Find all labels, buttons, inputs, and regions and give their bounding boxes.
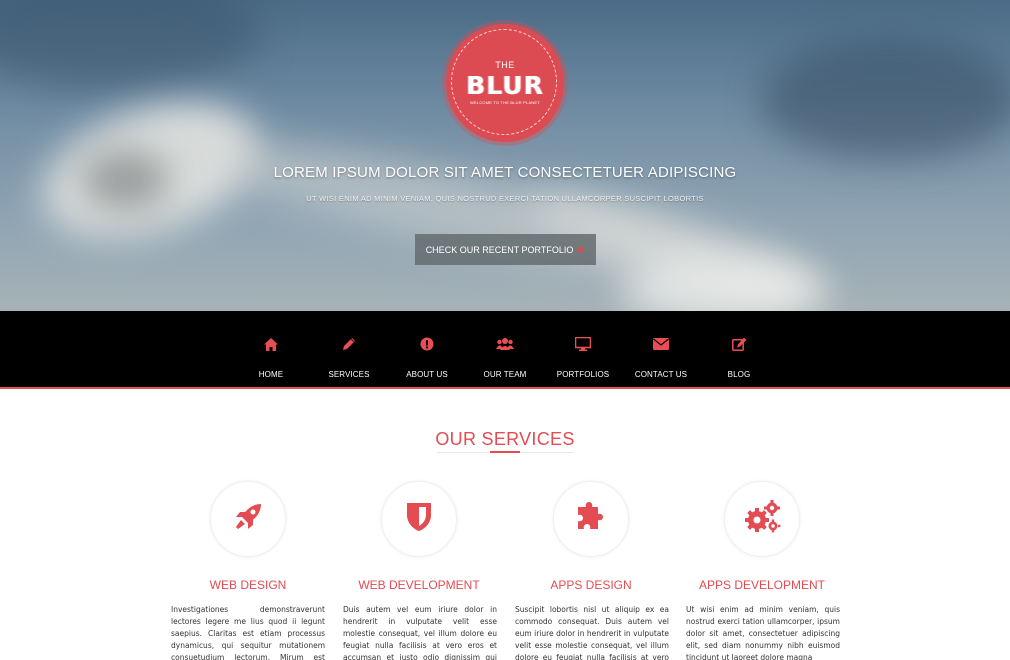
nav-label: SERVICES	[328, 370, 370, 379]
nav-label: PORTFOLIOS	[556, 370, 610, 379]
service-description: Duis autem vel eum iriure dolor in hendr…	[343, 605, 497, 660]
main-nav: HOME SERVICES ABOUT US OUR TEAM PORTFOLI…	[0, 311, 1010, 389]
logo-the: THE	[495, 60, 515, 70]
service-icon-circle	[210, 481, 286, 557]
logo-tagline: WELCOME TO THE BLUR PLANET	[470, 100, 540, 105]
nav-item-portfolios[interactable]: PORTFOLIOS	[543, 311, 623, 387]
edit-icon	[729, 336, 749, 352]
nav-label: OUR TEAM	[483, 370, 527, 379]
nav-item-blog[interactable]: BLOG	[699, 311, 779, 387]
nav-item-team[interactable]: OUR TEAM	[465, 311, 545, 387]
hero-banner: THE BLUR WELCOME TO THE BLUR PLANET LORE…	[0, 0, 1010, 311]
portfolio-button-label: CHECK OUR RECENT PORTFOLIO	[425, 244, 574, 255]
logo-wordmark: BLUR	[466, 71, 544, 100]
service-description: Investigationes demonstraverunt lectores…	[171, 605, 325, 660]
monitor-icon	[573, 336, 593, 352]
services-title: OUR SERVICES	[435, 429, 575, 449]
service-title[interactable]: APPS DEVELOPMENT	[682, 578, 842, 592]
pencil-icon	[339, 336, 359, 352]
service-icon-circle	[553, 481, 629, 557]
service-description: Suscipit lobortis nisl ut aliquip ex ea …	[515, 605, 669, 660]
nav-item-about[interactable]: ABOUT US	[387, 311, 467, 387]
service-title[interactable]: WEB DESIGN	[168, 578, 328, 592]
background-blur	[760, 40, 1010, 160]
hero-subtitle: UT WISI ENIM AD MINIM VENIAM, QUIS NOSTR…	[306, 194, 704, 203]
portfolio-button[interactable]: CHECK OUR RECENT PORTFOLIO ▶	[415, 234, 596, 265]
arrow-right-icon: ▶	[578, 244, 586, 254]
shield-icon	[405, 501, 433, 538]
background-blur	[0, 0, 260, 90]
nav-item-home[interactable]: HOME	[231, 311, 311, 387]
hero-title: LOREM IPSUM DOLOR SIT AMET CONSECTETUER …	[273, 164, 737, 181]
nav-item-services[interactable]: SERVICES	[309, 311, 389, 387]
nav-label: BLOG	[727, 370, 751, 379]
service-title[interactable]: APPS DESIGN	[511, 578, 671, 592]
title-underline	[490, 451, 520, 453]
service-title[interactable]: WEB DEVELOPMENT	[339, 578, 499, 592]
nav-label: HOME	[258, 370, 284, 379]
envelope-icon	[651, 336, 671, 352]
users-icon	[495, 336, 515, 352]
gears-icon	[743, 499, 781, 540]
exclamation-icon	[417, 336, 437, 352]
rocket-icon	[231, 500, 265, 539]
nav-item-contact[interactable]: CONTACT US	[621, 311, 701, 387]
nav-label: CONTACT US	[634, 370, 688, 379]
service-description: Ut wisi enim ad minim veniam, quis nostr…	[686, 605, 840, 660]
site-logo[interactable]: THE BLUR WELCOME TO THE BLUR PLANET	[446, 24, 564, 142]
puzzle-icon	[574, 501, 608, 538]
nav-label: ABOUT US	[406, 370, 448, 379]
service-icon-circle	[724, 481, 800, 557]
service-icon-circle	[381, 481, 457, 557]
home-icon	[261, 336, 281, 352]
